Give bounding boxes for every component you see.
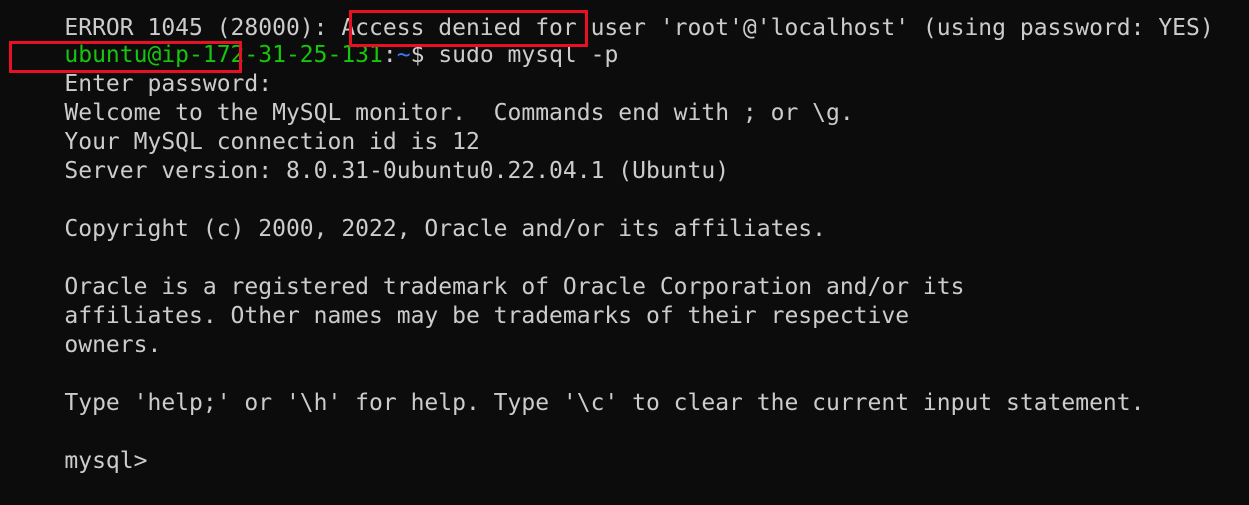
server-version-text: Server version: 8.0.31-0ubuntu0.22.04.1 … <box>64 158 730 184</box>
shell-prompt-line: ubuntu@ip-172-31-25-131:~$ sudo mysql -p <box>9 12 618 68</box>
welcome-line: Welcome to the MySQL monitor. Commands e… <box>9 70 853 126</box>
mysql-prompt-line[interactable]: mysql> <box>9 418 147 474</box>
terminal-window[interactable]: ERROR 1045 (28000): Access denied for us… <box>0 0 1249 474</box>
command-text: sudo mysql -p <box>438 42 619 68</box>
trademark-line-1: Oracle is a registered trademark of Orac… <box>9 244 964 300</box>
copyright-line: Copyright (c) 2000, 2022, Oracle and/or … <box>9 186 826 242</box>
server-version-line: Server version: 8.0.31-0ubuntu0.22.04.1 … <box>9 128 729 184</box>
trademark-text-3: owners. <box>64 332 162 358</box>
mysql-prompt-text: mysql> <box>64 448 148 474</box>
help-hint-text: Type 'help;' or '\h' for help. Type '\c'… <box>64 390 1145 416</box>
prompt-dollar: $ <box>410 42 439 68</box>
prompt-path: ~ <box>396 42 411 68</box>
enter-password-line: Enter password: <box>9 41 272 97</box>
trademark-text-2: affiliates. Other names may be trademark… <box>64 303 910 329</box>
help-hint-line: Type 'help;' or '\h' for help. Type '\c'… <box>9 360 1144 416</box>
trademark-line-3: owners. <box>9 302 161 358</box>
trademark-line-2: affiliates. Other names may be trademark… <box>9 273 909 329</box>
connection-id-line: Your MySQL connection id is 12 <box>9 99 479 155</box>
prompt-colon: : <box>382 42 397 68</box>
copyright-text: Copyright (c) 2000, 2022, Oracle and/or … <box>64 216 826 242</box>
